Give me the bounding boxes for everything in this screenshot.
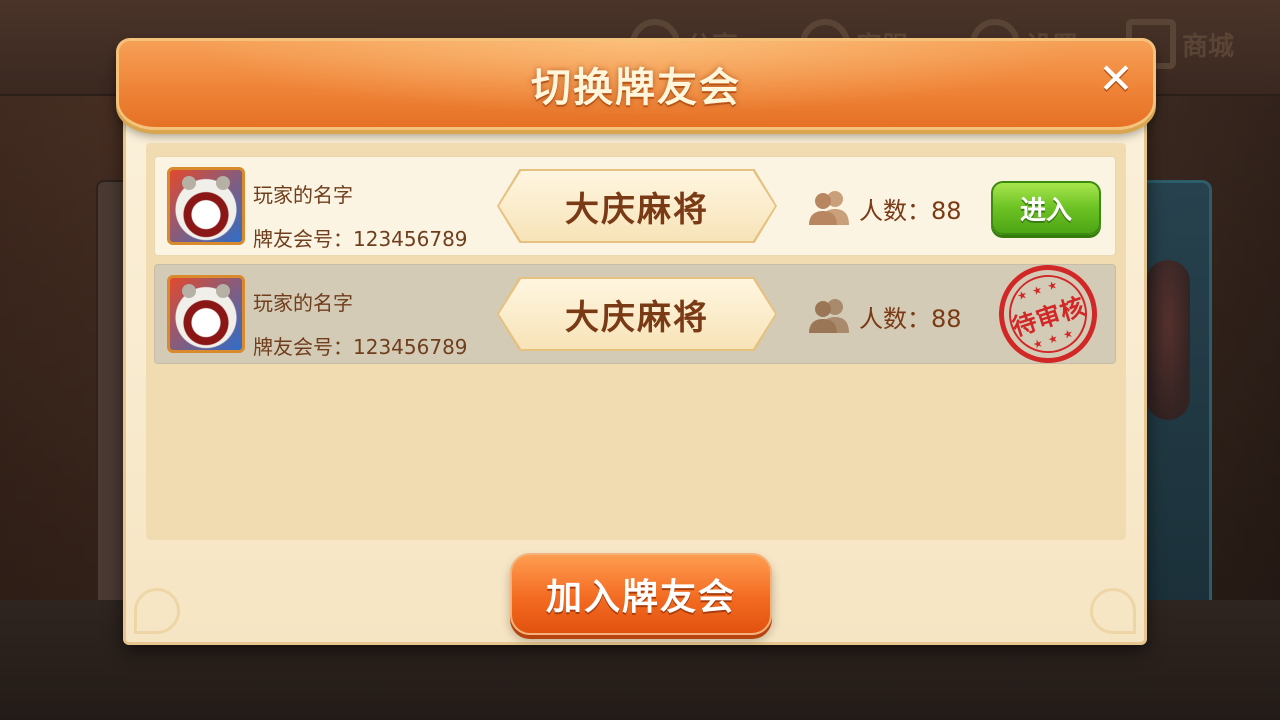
player-name: 玩家的名字 [253, 183, 353, 207]
corner-ornament-right [1090, 588, 1136, 634]
club-name: 大庆麻将 [565, 297, 709, 338]
join-club-button[interactable]: 加入牌友会 [510, 553, 772, 635]
club-number: 牌友会号：123456789 [253, 227, 468, 251]
avatar [167, 275, 245, 353]
club-name: 大庆麻将 [565, 189, 709, 230]
club-row: 玩家的名字 牌友会号：123456789 大庆麻将 人数：88 ★★★ 待审核 … [154, 252, 1116, 376]
shop-label: 商城 [1182, 31, 1235, 62]
member-count: 人数：88 [859, 305, 962, 333]
club-name-plaque: 大庆麻将 [499, 171, 775, 241]
club-name-plaque: 大庆麻将 [499, 279, 775, 349]
members-icon [809, 299, 849, 333]
dialog-title: 切换牌友会 [531, 65, 741, 111]
club-row: 玩家的名字 牌友会号：123456789 大庆麻将 人数：88 进入 [154, 156, 1116, 256]
avatar [167, 167, 245, 245]
members-icon [809, 191, 849, 225]
pending-review-stamp: ★★★ 待审核 ★★★ [986, 252, 1110, 376]
member-count: 人数：88 [859, 197, 962, 225]
player-name: 玩家的名字 [253, 291, 353, 315]
enter-button[interactable]: 进入 [991, 181, 1101, 235]
lantern-decoration [1146, 260, 1190, 420]
dialog-header: 切换牌友会 [116, 38, 1156, 130]
close-button[interactable]: ✕ [1090, 52, 1142, 104]
club-number: 牌友会号：123456789 [253, 335, 468, 359]
corner-ornament-left [134, 588, 180, 634]
